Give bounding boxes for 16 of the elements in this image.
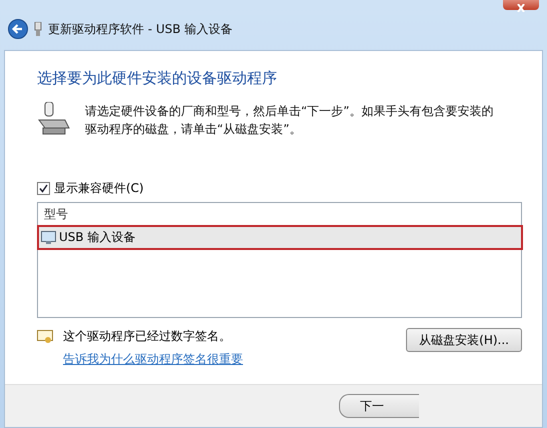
usb-plug-icon	[34, 22, 42, 36]
have-disk-button[interactable]: 从磁盘安装(H)...	[406, 328, 522, 352]
description-text: 请选定硬件设备的厂商和型号，然后单击“下一步”。如果手头有包含要安装的驱动程序的磁盘，请单击“从磁盘安装”。	[85, 103, 494, 138]
device-icon	[41, 230, 57, 244]
signature-help-link[interactable]: 告诉我为什么驱动程序签名很重要	[63, 351, 243, 368]
checkbox-label[interactable]: 显示兼容硬件(C)	[54, 180, 144, 197]
checkbox[interactable]	[37, 182, 50, 195]
page-heading: 选择要为此硬件安装的设备驱动程序	[37, 69, 278, 88]
next-button[interactable]: 下一	[339, 394, 419, 418]
certificate-icon	[37, 330, 53, 344]
list-item[interactable]: USB 输入设备	[39, 227, 521, 248]
signature-text: 这个驱动程序已经过数字签名。	[63, 328, 231, 345]
close-icon	[516, 4, 526, 12]
back-button[interactable]	[8, 19, 28, 39]
close-button[interactable]	[503, 0, 539, 10]
window-title: 更新驱动程序软件 - USB 输入设备	[48, 20, 232, 38]
